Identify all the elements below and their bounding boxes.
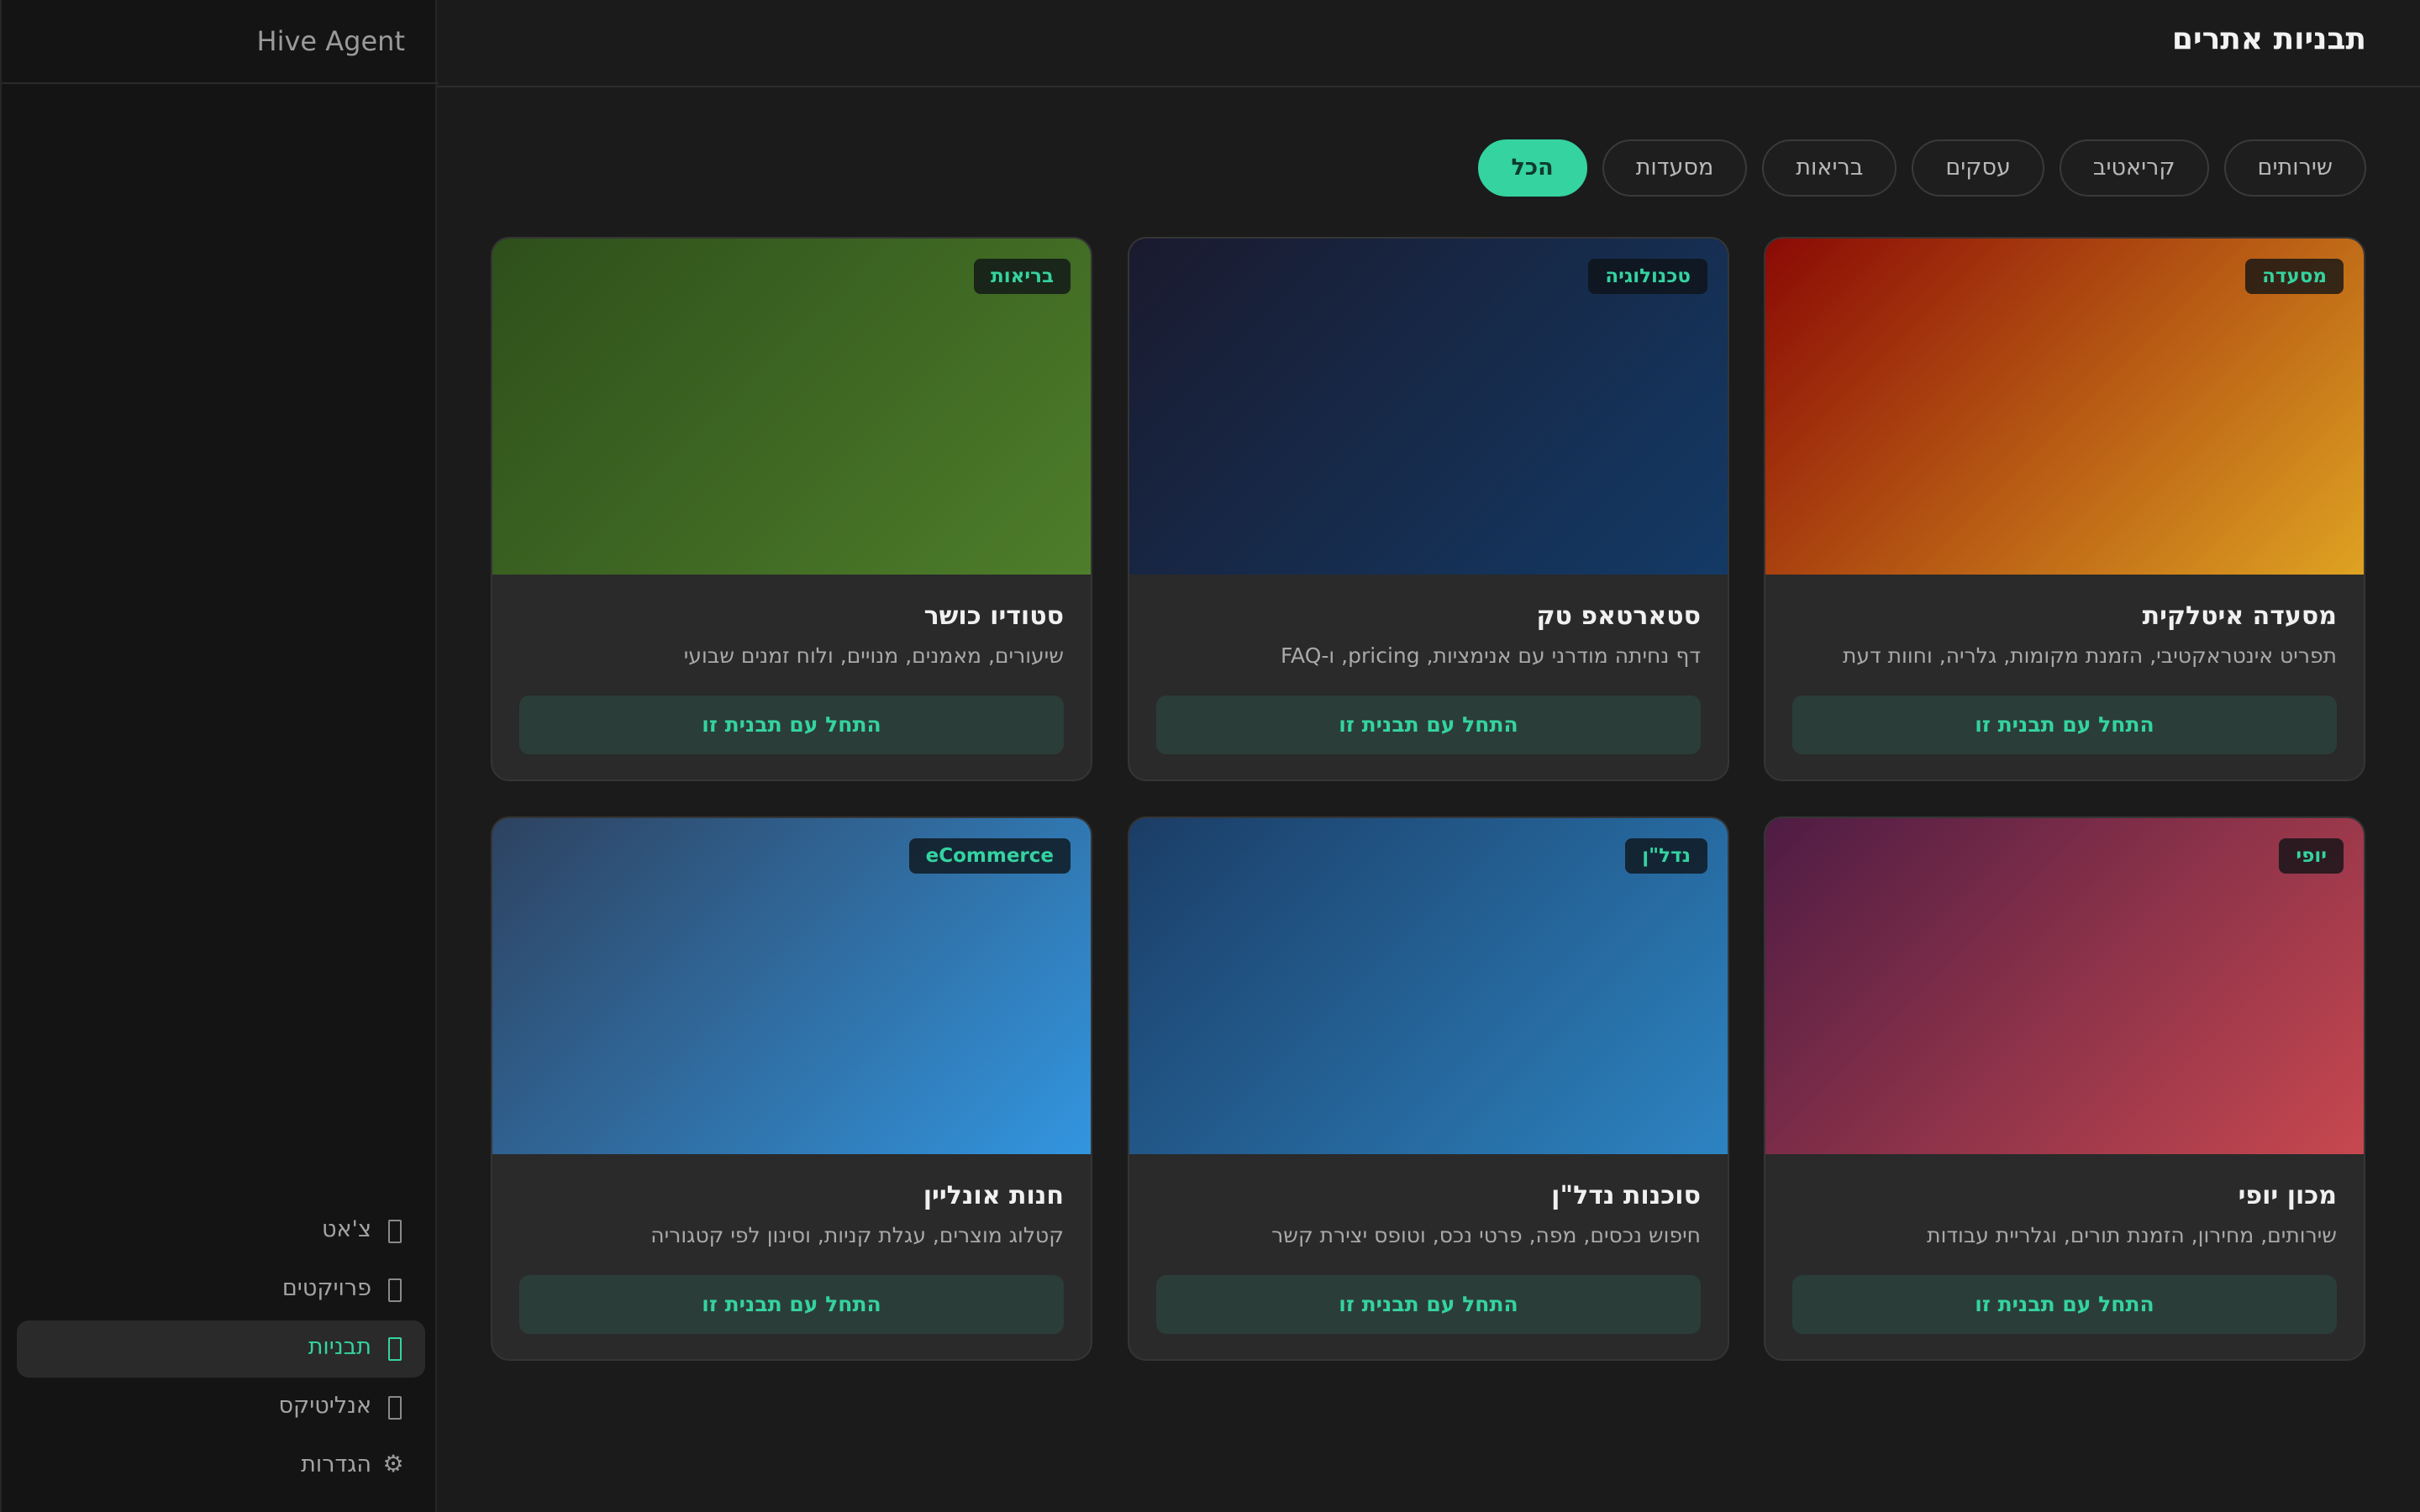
filter-chip-all[interactable]: הכל xyxy=(1477,139,1587,197)
category-badge: eCommerce xyxy=(908,838,1071,874)
template-card[interactable]: בריאות סטודיו כושר שיעורים, מאמנים, מנוי… xyxy=(491,237,1092,781)
template-description: קטלוג מוצרים, עגלת קניות, וסינון לפי קטג… xyxy=(650,1223,1064,1247)
use-template-button[interactable]: התחל עם תבנית זו xyxy=(1792,696,2337,754)
template-title: מכון יופי xyxy=(2238,1181,2337,1210)
use-template-button[interactable]: התחל עם תבנית זו xyxy=(519,696,1064,754)
filter-bar: הכל מסעדות בריאות עסקים קריאטיב שירותים xyxy=(1477,139,2366,197)
template-title: מסעדה איטלקית xyxy=(2142,601,2337,631)
category-badge: יופי xyxy=(2279,838,2344,874)
filter-chip-restaurants[interactable]: מסעדות xyxy=(1602,139,1748,197)
app-window: תבניות אתרים הכל מסעדות בריאות עסקים קרי… xyxy=(0,0,2420,1512)
template-card[interactable]: יופי מכון יופי שירותים, מחירון, הזמנת תו… xyxy=(1764,816,2365,1361)
sidebar-item-templates[interactable]: תבניות xyxy=(17,1320,425,1378)
template-description: תפריט אינטראקטיבי, הזמנת מקומות, גלריה, … xyxy=(1842,643,2337,668)
sidebar-item-label: הגדרות xyxy=(301,1452,371,1478)
template-description: דף נחיתה מודרני עם אנימציות, pricing, ו-… xyxy=(1280,643,1701,668)
chat-icon xyxy=(388,1220,402,1243)
sidebar: Hive Agent צ'אט פרויקטים תבניות אנליטיקס… xyxy=(0,0,439,1512)
filter-chip-creative[interactable]: קריאטיב xyxy=(2059,139,2209,197)
template-card[interactable]: מסעדה מסעדה איטלקית תפריט אינטראקטיבי, ה… xyxy=(1764,237,2365,781)
template-description: שירותים, מחירון, הזמנת תורים, וגלריית עב… xyxy=(1927,1223,2337,1247)
template-card[interactable]: נדל"ן סוכנות נדל"ן חיפוש נכסים, מפה, פרט… xyxy=(1128,816,1729,1361)
template-title: סטודיו כושר xyxy=(923,601,1064,631)
filter-chip-health[interactable]: בריאות xyxy=(1762,139,1897,197)
page-title: תבניות אתרים xyxy=(2171,22,2366,56)
sidebar-header: Hive Agent xyxy=(2,0,439,84)
sidebar-item-label: תבניות xyxy=(308,1334,371,1360)
filter-chip-services[interactable]: שירותים xyxy=(2223,139,2366,197)
sidebar-item-analytics[interactable]: אנליטיקס xyxy=(17,1379,425,1436)
gear-icon: ⚙ xyxy=(382,1450,404,1478)
use-template-button[interactable]: התחל עם תבנית זו xyxy=(1156,1275,1701,1334)
filter-chip-business[interactable]: עסקים xyxy=(1912,139,2044,197)
analytics-icon xyxy=(388,1396,402,1420)
app-brand: Hive Agent xyxy=(256,25,405,57)
main-header: תבניות אתרים xyxy=(437,0,2420,87)
template-thumbnail xyxy=(1765,818,2364,1154)
sidebar-item-settings[interactable]: ⚙ הגדרות xyxy=(17,1438,425,1495)
template-card[interactable]: טכנולוגיה סטארטאפ טק דף נחיתה מודרני עם … xyxy=(1128,237,1729,781)
template-description: שיעורים, מאמנים, מנויים, ולוח זמנים שבוע… xyxy=(683,643,1064,668)
category-badge: מסעדה xyxy=(2245,259,2344,294)
sidebar-item-projects[interactable]: פרויקטים xyxy=(17,1262,425,1319)
projects-icon xyxy=(388,1278,402,1302)
sidebar-item-label: אנליטיקס xyxy=(278,1393,371,1419)
template-title: סוכנות נדל"ן xyxy=(1551,1181,1701,1210)
templates-icon xyxy=(388,1337,402,1361)
template-card[interactable]: eCommerce חנות אונליין קטלוג מוצרים, עגל… xyxy=(491,816,1092,1361)
template-title: חנות אונליין xyxy=(923,1181,1064,1210)
use-template-button[interactable]: התחל עם תבנית זו xyxy=(1792,1275,2337,1334)
sidebar-item-chat[interactable]: צ'אט xyxy=(17,1203,425,1260)
category-badge: נדל"ן xyxy=(1625,838,1707,874)
category-badge: טכנולוגיה xyxy=(1588,259,1707,294)
use-template-button[interactable]: התחל עם תבנית זו xyxy=(1156,696,1701,754)
category-badge: בריאות xyxy=(974,259,1071,294)
sidebar-item-label: פרויקטים xyxy=(281,1275,371,1301)
template-title: סטארטאפ טק xyxy=(1536,601,1701,631)
template-description: חיפוש נכסים, מפה, פרטי נכס, וטופס יצירת … xyxy=(1271,1223,1701,1247)
use-template-button[interactable]: התחל עם תבנית זו xyxy=(519,1275,1064,1334)
sidebar-item-label: צ'אט xyxy=(322,1216,371,1242)
main-content: תבניות אתרים הכל מסעדות בריאות עסקים קרי… xyxy=(437,0,2420,1512)
